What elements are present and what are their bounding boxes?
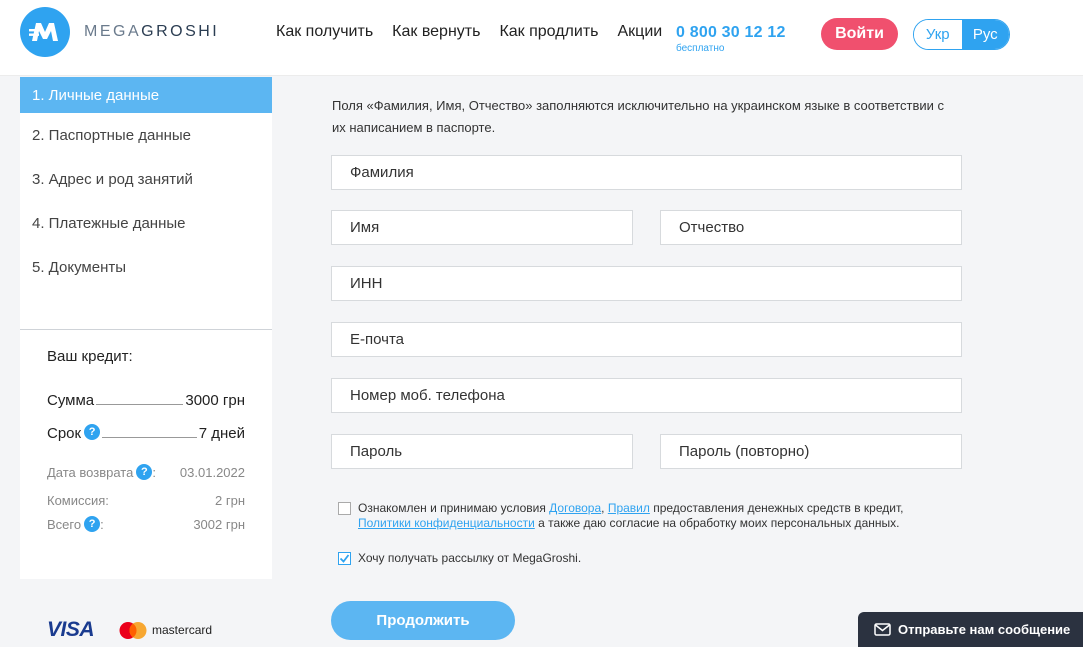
return-date-label: Дата возврата (47, 464, 134, 480)
term-dotted-line (102, 437, 197, 438)
checkmark-icon (339, 554, 350, 563)
nav-how-to-extend[interactable]: Как продлить (499, 23, 598, 41)
mastercard-circles-icon (119, 621, 147, 639)
sum-dotted-line (96, 404, 184, 405)
main-nav: Как получить Как вернуть Как продлить Ак… (276, 23, 681, 41)
sum-value: 3000 грн (185, 392, 245, 409)
form-intro-text: Поля «Фамилия, Имя, Отчество» заполняютс… (332, 98, 945, 135)
return-date-row: Дата возврата?: 03.01.2022 (47, 464, 245, 480)
commission-value: 2 грн (215, 492, 245, 508)
login-button[interactable]: Войти (821, 18, 898, 50)
total-help-icon[interactable]: ? (84, 516, 101, 532)
credit-term-row: Срок ? 7 дней (47, 420, 245, 442)
phone-note: бесплатно (676, 43, 725, 54)
return-date-value: 03.01.2022 (179, 464, 245, 480)
newsletter-row: Хочу получать рассылку от MegaGroshi. (338, 551, 581, 566)
return-help-icon[interactable]: ? (136, 464, 153, 480)
envelope-icon (874, 623, 891, 636)
rules-link[interactable]: Правил (608, 501, 650, 515)
phone-number[interactable]: 0 800 30 12 12 (676, 24, 786, 42)
credit-summary: Ваш кредит: Сумма 3000 грн Срок ? 7 дней… (20, 330, 272, 532)
term-help-icon[interactable]: ? (84, 424, 101, 440)
patronymic-input[interactable]: Отчество (660, 210, 962, 245)
step-documents[interactable]: 5. Документы (20, 245, 272, 289)
logo-m-icon (20, 7, 70, 57)
phone-block[interactable]: 0 800 30 12 12 бесплатно (676, 24, 786, 54)
agreement-row: Ознакомлен и принимаю условия Договора, … (338, 501, 903, 531)
contract-link[interactable]: Договора (549, 501, 601, 515)
language-switch: Укр Рус (913, 19, 1010, 50)
nav-how-to-get[interactable]: Как получить (276, 23, 373, 41)
step-payment-data[interactable]: 4. Платежные данные (20, 201, 272, 245)
logo[interactable]: MEGAGROSHI (20, 7, 219, 57)
logo-text: MEGAGROSHI (84, 23, 220, 40)
step-personal-data[interactable]: 1. Личные данные (20, 77, 272, 113)
newsletter-checkbox[interactable] (338, 552, 351, 565)
lang-ukr-option[interactable]: Укр (914, 20, 962, 49)
header: MEGAGROSHI Как получить Как вернуть Как … (0, 0, 1083, 76)
nav-promotions[interactable]: Акции (617, 23, 662, 41)
credit-sum-row: Сумма 3000 грн (47, 387, 245, 409)
mastercard-logo: mastercard (118, 621, 212, 640)
chat-widget[interactable]: Отправьте нам сообщение (858, 612, 1083, 647)
password-input[interactable]: Пароль (331, 434, 633, 469)
agreement-text: Ознакомлен и принимаю условия Договора, … (358, 501, 904, 530)
email-input[interactable]: Е-почта (331, 322, 962, 357)
privacy-policy-link[interactable]: Политики конфиденциальности (358, 516, 535, 530)
lang-rus-option[interactable]: Рус (961, 20, 1009, 49)
nav-how-to-return[interactable]: Как вернуть (392, 23, 480, 41)
steps-list: 1. Личные данные 2. Паспортные данные 3.… (20, 77, 272, 330)
total-row: Всего?: 3002 грн (47, 516, 245, 532)
newsletter-label: Хочу получать рассылку от MegaGroshi. (358, 551, 582, 565)
term-label: Срок (47, 425, 82, 442)
phone-input[interactable]: Номер моб. телефона (331, 378, 962, 413)
inn-input[interactable]: ИНН (331, 266, 962, 301)
total-value: 3002 грн (193, 516, 245, 532)
visa-logo: VISA (47, 618, 95, 641)
payment-logos: VISA mastercard (47, 618, 212, 642)
commission-row: Комиссия: 2 грн (47, 492, 245, 508)
commission-label: Комиссия: (47, 492, 109, 508)
step-address-occupation[interactable]: 3. Адрес и род занятий (20, 157, 272, 201)
continue-button[interactable]: Продолжить (331, 601, 515, 640)
password-repeat-input[interactable]: Пароль (повторно) (660, 434, 962, 469)
surname-input[interactable]: Фамилия (331, 155, 962, 190)
credit-title: Ваш кредит: (47, 348, 133, 365)
sum-label: Сумма (47, 392, 95, 409)
name-input[interactable]: Имя (331, 210, 633, 245)
agreement-checkbox[interactable] (338, 502, 351, 515)
step-passport-data[interactable]: 2. Паспортные данные (20, 113, 272, 157)
term-value: 7 дней (198, 425, 245, 442)
chat-label: Отправьте нам сообщение (898, 622, 1071, 637)
sidebar: 1. Личные данные 2. Паспортные данные 3.… (20, 77, 272, 579)
total-label: Всего (47, 516, 82, 532)
